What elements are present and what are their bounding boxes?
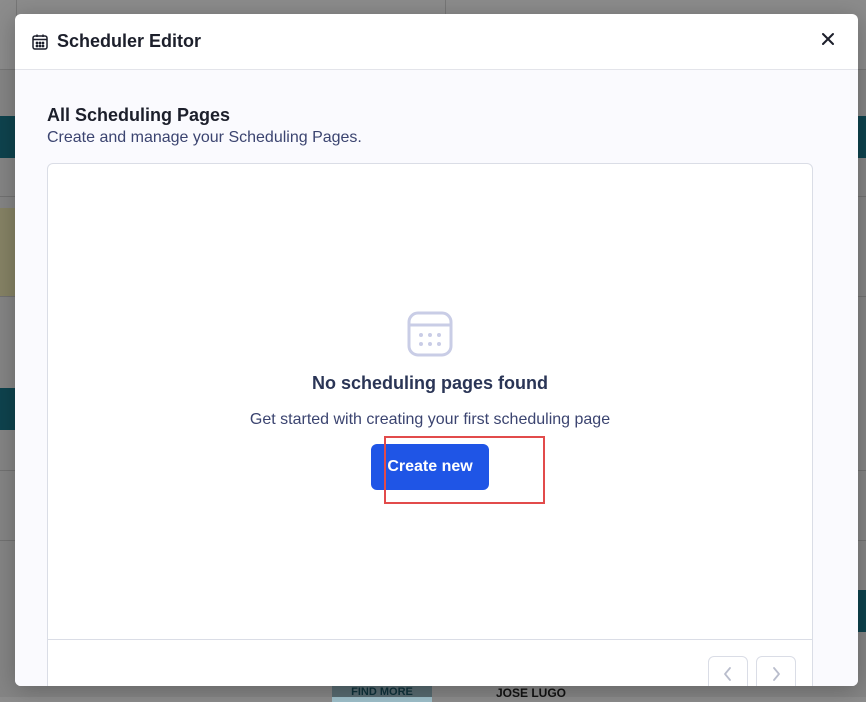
empty-state-title: No scheduling pages found	[312, 373, 548, 394]
chevron-left-icon	[722, 666, 734, 687]
empty-state-subtitle: Get started with creating your first sch…	[250, 411, 610, 429]
close-icon	[821, 32, 835, 51]
scheduling-pages-card: No scheduling pages found Get started wi…	[47, 163, 813, 686]
calendar-icon	[31, 33, 49, 51]
section-title: All Scheduling Pages	[47, 104, 826, 126]
chevron-right-icon	[770, 666, 782, 687]
modal-title: Scheduler Editor	[57, 31, 201, 52]
highlight-box	[384, 436, 545, 504]
scheduler-editor-modal: Scheduler Editor All Scheduling Pages Cr…	[15, 14, 858, 686]
card-footer	[48, 639, 812, 686]
previous-page-button[interactable]	[708, 656, 748, 686]
modal-body: All Scheduling Pages Create and manage y…	[15, 70, 858, 686]
next-page-button[interactable]	[756, 656, 796, 686]
modal-header: Scheduler Editor	[15, 14, 858, 70]
calendar-icon	[406, 310, 454, 358]
close-button[interactable]	[814, 28, 842, 56]
section-subtitle: Create and manage your Scheduling Pages.	[47, 127, 826, 149]
